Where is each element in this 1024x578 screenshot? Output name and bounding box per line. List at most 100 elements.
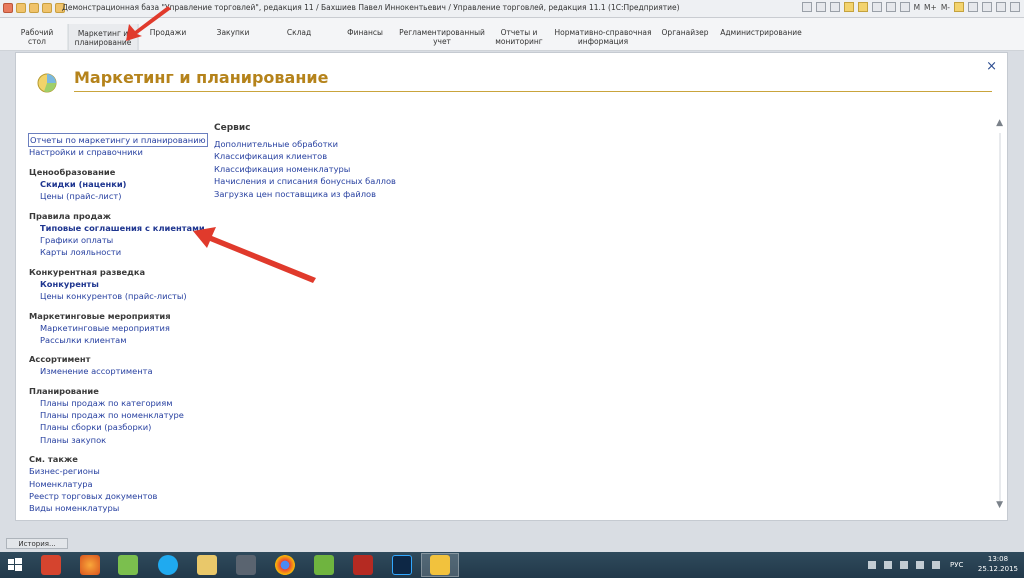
section-warehouse[interactable]: Склад — [287, 28, 311, 37]
close-icon[interactable]: × — [986, 59, 997, 74]
calculator-icon[interactable] — [885, 2, 896, 12]
window-title-bar: Демонстрационная база "Управление торгов… — [0, 0, 1024, 18]
os-taskbar: РУС 13:08 25.12.2015 — [0, 552, 1024, 578]
skype-icon[interactable] — [158, 555, 178, 575]
favorites-icon[interactable] — [843, 2, 854, 12]
save-icon[interactable] — [801, 2, 812, 12]
language-indicator[interactable]: РУС — [950, 561, 963, 569]
window-toolbar: M M+ M- — [801, 2, 1020, 12]
dropdown-icon[interactable] — [968, 2, 978, 12]
link-settings[interactable]: Настройки и справочники — [29, 146, 219, 158]
forward-icon[interactable] — [42, 3, 52, 13]
link-purchase-plans[interactable]: Планы закупок — [29, 434, 219, 446]
section-desktop[interactable]: Рабочий стол — [21, 28, 54, 46]
antivirus-icon[interactable] — [41, 555, 61, 575]
link-price-list[interactable]: Цены (прайс-лист) — [29, 190, 219, 202]
clock-time: 13:08 — [987, 555, 1009, 563]
section-organizer[interactable]: Органайзер — [662, 28, 709, 37]
window-title: Демонстрационная база "Управление торгов… — [62, 3, 680, 12]
link-nomenclature[interactable]: Номенклатура — [29, 478, 219, 490]
scroll-down-icon[interactable]: ▼ — [996, 500, 1003, 510]
memory-m-button[interactable]: M — [914, 3, 920, 12]
clock[interactable]: 13:08 25.12.2015 — [978, 554, 1018, 574]
link-marketing-reports[interactable]: Отчеты по маркетингу и планированию — [28, 132, 208, 148]
info-icon[interactable] — [954, 2, 964, 12]
service-column: Сервис Дополнительные обработки Классифи… — [214, 123, 474, 200]
app-menu-icon[interactable] — [3, 3, 13, 13]
service-title: Сервис — [214, 123, 251, 133]
tray-sync-icon[interactable] — [884, 561, 892, 569]
group-title-competitive: Конкурентная разведка — [29, 266, 146, 277]
marketing-section-icon — [37, 73, 57, 93]
section-reference[interactable]: Нормативно-справочная информация — [555, 28, 652, 46]
photoshop-icon[interactable] — [392, 555, 412, 575]
scrollbar[interactable] — [999, 133, 1001, 503]
section-marketing[interactable]: Маркетинг и планирование — [67, 24, 139, 50]
chrome-icon[interactable] — [275, 555, 295, 575]
group-title-sales-rules: Правила продаж — [29, 210, 112, 221]
tray-notification-icon[interactable] — [900, 561, 908, 569]
section-reports[interactable]: Отчеты и мониторинг — [495, 28, 542, 46]
link-loyalty-cards[interactable]: Карты лояльности — [29, 246, 219, 258]
title-divider — [74, 91, 992, 92]
phone-icon[interactable] — [236, 555, 256, 575]
clock-date: 25.12.2015 — [977, 565, 1018, 573]
link-supplier-prices-import[interactable]: Загрузка цен поставщика из файлов — [214, 188, 474, 200]
navigation-column: Отчеты по маркетингу и планированию Наст… — [28, 132, 219, 515]
link-marketing-events[interactable]: Маркетинговые мероприятия — [29, 322, 219, 334]
volume-icon[interactable] — [932, 561, 940, 569]
link-trade-documents[interactable]: Реестр торговых документов — [29, 490, 219, 502]
window-close-icon[interactable] — [1010, 2, 1020, 12]
link-nomenclature-types[interactable]: Виды номенклатуры — [29, 502, 219, 514]
group-title-see-also: См. также — [29, 454, 78, 465]
memory-mminus-button[interactable]: M- — [941, 3, 950, 12]
history-icon[interactable] — [857, 2, 868, 12]
archive-icon[interactable] — [118, 555, 138, 575]
link-assembly-plans[interactable]: Планы сборки (разборки) — [29, 421, 219, 433]
section-bar: Рабочий стол Маркетинг и планирование Прод… — [0, 18, 1024, 51]
link-additional-processing[interactable]: Дополнительные обработки — [214, 138, 474, 150]
section-administration[interactable]: Администрирование — [720, 28, 802, 37]
history-button[interactable]: История... — [6, 538, 68, 549]
minimize-icon[interactable] — [982, 2, 992, 12]
section-accounting[interactable]: Регламентированный учет — [399, 28, 485, 46]
section-purchases[interactable]: Закупки — [217, 28, 250, 37]
start-icon[interactable] — [5, 555, 25, 575]
link-icon[interactable] — [871, 2, 882, 12]
group-title-pricing: Ценообразование — [29, 166, 116, 177]
window-quick-icons — [3, 3, 65, 13]
link-nomenclature-classification[interactable]: Классификация номенклатуры — [214, 163, 474, 175]
1c-icon[interactable] — [430, 555, 450, 575]
link-client-mailings[interactable]: Рассылки клиентам — [29, 334, 219, 346]
filezilla-icon[interactable] — [353, 555, 373, 575]
scroll-up-icon[interactable]: ▲ — [996, 118, 1003, 128]
section-finance[interactable]: Финансы — [347, 28, 383, 37]
link-discounts[interactable]: Скидки (наценки) — [29, 178, 219, 190]
group-title-planning: Планирование — [29, 385, 99, 396]
link-plans-by-item[interactable]: Планы продаж по номенклатуре — [29, 409, 219, 421]
explorer-icon[interactable] — [197, 555, 217, 575]
link-client-classification[interactable]: Классификация клиентов — [214, 150, 474, 162]
link-bonus-points[interactable]: Начисления и списания бонусных баллов — [214, 175, 474, 187]
link-assortment-change[interactable]: Изменение ассортимента — [29, 365, 219, 377]
tray-expand-icon[interactable] — [868, 561, 876, 569]
preview-icon[interactable] — [829, 2, 840, 12]
section-sales[interactable]: Продажи — [150, 28, 186, 37]
firefox-icon[interactable] — [80, 555, 100, 575]
network-icon[interactable] — [916, 561, 924, 569]
link-competitors[interactable]: Конкуренты — [29, 278, 219, 290]
link-standard-agreements[interactable]: Типовые соглашения с клиентами — [29, 222, 219, 234]
link-competitor-prices[interactable]: Цены конкурентов (прайс-листы) — [29, 290, 219, 302]
print-icon[interactable] — [815, 2, 826, 12]
restore-icon[interactable] — [996, 2, 1006, 12]
link-plans-by-category[interactable]: Планы продаж по категориям — [29, 397, 219, 409]
utorrent-icon[interactable] — [314, 555, 334, 575]
calendar-icon[interactable] — [899, 2, 910, 12]
menu-icon[interactable] — [16, 3, 26, 13]
link-business-regions[interactable]: Бизнес-регионы — [29, 465, 219, 477]
link-payment-schedules[interactable]: Графики оплаты — [29, 234, 219, 246]
group-title-assortment: Ассортимент — [29, 354, 91, 365]
memory-mplus-button[interactable]: M+ — [924, 3, 937, 12]
page-title: Маркетинг и планирование — [74, 68, 329, 87]
back-icon[interactable] — [29, 3, 39, 13]
